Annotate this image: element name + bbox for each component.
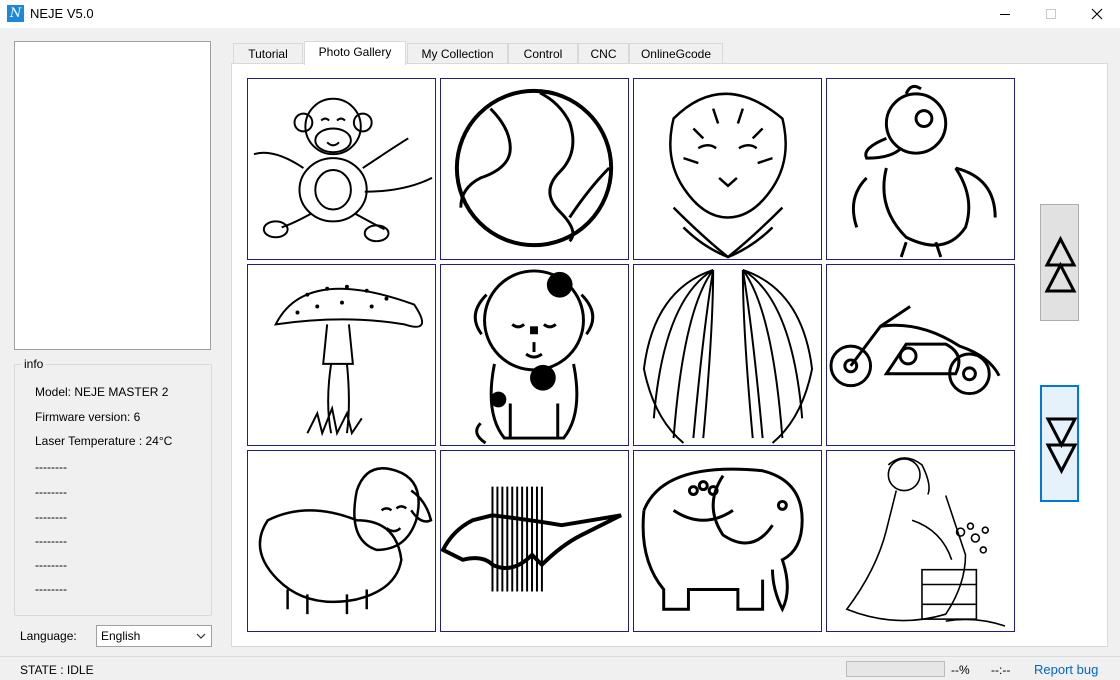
firmware-text: Firmware version: 6 [35, 410, 141, 424]
info-placeholder: -------- [35, 485, 67, 499]
mustang-horse-image [441, 486, 622, 592]
sheep-image [258, 467, 433, 615]
tab-control[interactable]: Control [508, 43, 578, 64]
window-title: NEJE V5.0 [30, 6, 94, 21]
info-group: info Model: NEJE MASTER 2 Firmware versi… [14, 357, 212, 616]
minimize-icon [1000, 14, 1010, 15]
gallery-item-tiger[interactable] [633, 78, 822, 260]
title-bar: N NEJE V5.0 [0, 0, 1120, 28]
tab-my-collection[interactable]: My Collection [407, 43, 508, 64]
earth-globe-image [454, 88, 614, 248]
tab-tutorial[interactable]: Tutorial [233, 43, 303, 64]
progress-percent: --% [951, 663, 970, 677]
info-placeholder: -------- [35, 460, 67, 474]
close-button[interactable] [1074, 0, 1120, 28]
model-text: Model: NEJE MASTER 2 [35, 385, 169, 399]
duckling-image [851, 84, 997, 258]
language-label: Language: [20, 629, 77, 643]
gallery-item-sheep[interactable] [247, 450, 436, 632]
wings-image [642, 269, 814, 444]
maximize-icon [1046, 9, 1056, 19]
info-placeholder: -------- [35, 582, 67, 596]
puppy-image [473, 269, 595, 445]
language-selected-value: English [101, 629, 141, 643]
mushroom-image [274, 284, 424, 437]
elapsed-time: --:-- [991, 663, 1011, 677]
tab-cnc[interactable]: CNC [578, 43, 629, 64]
close-icon [1091, 8, 1103, 20]
chevron-down-icon [196, 633, 206, 639]
report-bug-link[interactable]: Report bug [1034, 662, 1098, 677]
progress-bar [846, 661, 945, 677]
tiger-image [669, 92, 787, 259]
page-down-button[interactable] [1040, 385, 1079, 502]
info-placeholder: -------- [35, 534, 67, 548]
gallery-item-cinderella[interactable] [826, 450, 1015, 632]
language-select[interactable]: English [96, 625, 212, 647]
elephant-image [641, 467, 804, 613]
gallery-item-monkey[interactable] [247, 78, 436, 260]
page-up-button[interactable] [1040, 204, 1079, 321]
gallery-item-earth-globe[interactable] [440, 78, 629, 260]
tab-onlinegcode[interactable]: OnlineGcode [629, 43, 723, 64]
minimize-button[interactable] [982, 0, 1028, 28]
state-text: STATE : IDLE [20, 663, 94, 677]
cinderella-image [845, 457, 1006, 627]
gallery-item-mustang-horse[interactable] [440, 450, 629, 632]
tab-photo-gallery[interactable]: Photo Gallery [304, 41, 406, 65]
gallery-item-motorcycle[interactable] [826, 264, 1015, 446]
status-bar: STATE : IDLE --% --:-- Report bug [0, 656, 1120, 680]
double-down-triangle-icon [1045, 417, 1078, 475]
gallery-item-puppy[interactable] [440, 264, 629, 446]
gallery-item-elephant[interactable] [633, 450, 822, 632]
motorcycle-image [829, 305, 1001, 396]
info-placeholder: -------- [35, 510, 67, 524]
double-up-triangle-icon [1044, 235, 1077, 293]
gallery-item-wings[interactable] [633, 264, 822, 446]
app-logo-icon: N [7, 5, 24, 22]
monkey-image [253, 97, 433, 243]
info-placeholder: -------- [35, 558, 67, 572]
gallery-item-mushroom[interactable] [247, 264, 436, 446]
image-preview-panel[interactable] [14, 41, 211, 350]
laser-temperature-text: Laser Temperature : 24°C [35, 434, 173, 448]
info-legend: info [21, 357, 47, 371]
maximize-button[interactable] [1028, 0, 1074, 28]
gallery-item-duckling[interactable] [826, 78, 1015, 260]
